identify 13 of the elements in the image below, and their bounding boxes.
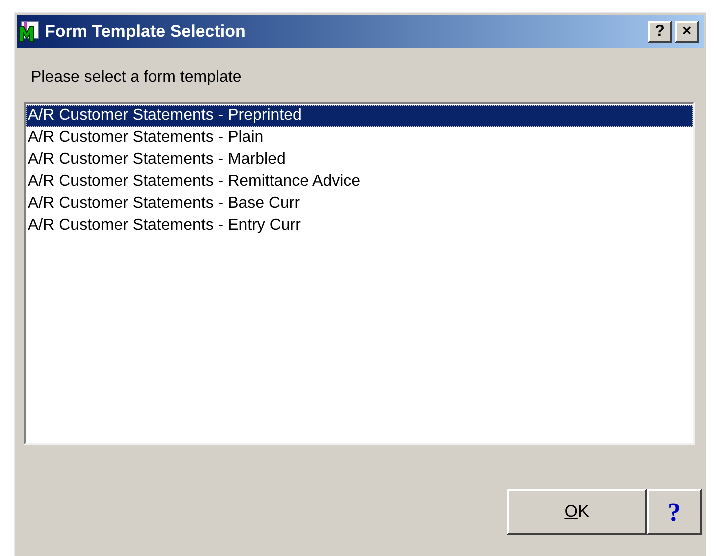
ok-button[interactable]: OK	[507, 489, 647, 535]
list-item[interactable]: A/R Customer Statements - Base Curr	[26, 193, 693, 215]
window-title: Form Template Selection	[45, 20, 246, 43]
list-item[interactable]: A/R Customer Statements - Marbled	[26, 149, 693, 171]
close-button[interactable]: ×	[675, 20, 699, 42]
prompt-text: Please select a form template	[31, 68, 242, 88]
list-item[interactable]: A/R Customer Statements - Preprinted	[26, 105, 693, 127]
app-logo-icon	[19, 20, 41, 42]
list-item[interactable]: A/R Customer Statements - Entry Curr	[26, 215, 693, 237]
help-button[interactable]: ?	[647, 489, 702, 535]
list-item[interactable]: A/R Customer Statements - Plain	[26, 127, 693, 149]
list-item[interactable]: A/R Customer Statements - Remittance Advice	[26, 171, 693, 193]
help-title-button[interactable]: ?	[648, 20, 672, 42]
